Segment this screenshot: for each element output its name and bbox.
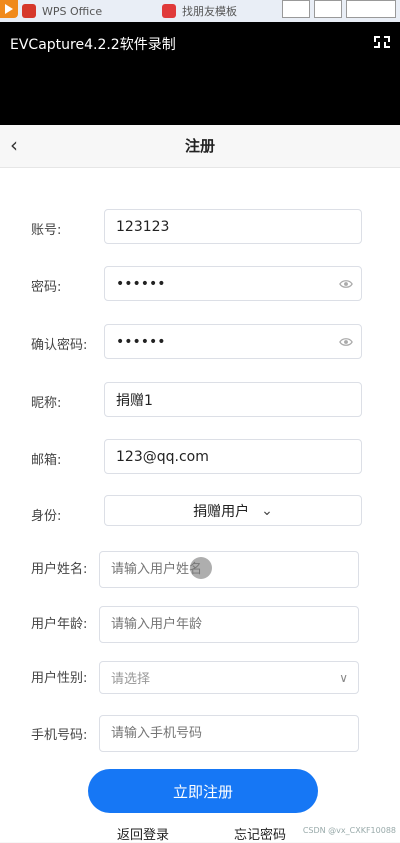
back-to-login-link[interactable]: 返回登录 [117,824,169,843]
email-label: 邮箱: [31,453,62,468]
taskbar-app-template[interactable]: 找朋友模板 [162,3,237,19]
user-gender-label: 用户性别: [31,671,88,686]
confirm-password-value: •••••• [116,333,166,350]
role-value: 捐赠用户 [193,503,250,520]
user-gender-select[interactable]: 请选择 ∨ [99,661,359,694]
recorder-bar: EVCapture4.2.2软件录制 [0,22,400,125]
page-title: 注册 [184,137,215,155]
nickname-input[interactable]: 捐赠1 [104,382,362,417]
taskbar-app-wps[interactable]: WPS Office [22,3,102,19]
app-logo-icon [0,0,18,18]
role-select[interactable]: 捐赠用户 ⌄ [104,495,362,526]
minimize-button[interactable] [282,0,310,18]
password-label: 密码: [31,280,62,295]
taskbar-app-label: 找朋友模板 [182,5,237,18]
phone-label: 手机号码: [31,728,88,743]
gender-placeholder: 请选择 [111,672,151,687]
forgot-password-link[interactable]: 忘记密码 [234,824,286,843]
fullscreen-toggle-icon[interactable] [374,34,390,50]
maximize-button[interactable] [314,0,342,18]
taskbar-app-label: WPS Office [42,4,103,18]
eye-icon[interactable] [339,335,353,349]
recorder-title: EVCapture4.2.2软件录制 [10,37,176,53]
os-taskbar: WPS Office 找朋友模板 [0,0,400,22]
chevron-down-icon: ⌄ [261,502,273,519]
chevron-down-icon: ∨ [339,670,348,685]
user-age-label: 用户年龄: [31,617,88,632]
phone-input[interactable] [99,715,359,752]
watermark: CSDN @vx_CXKF10088 [302,826,396,835]
cursor-indicator [190,557,212,579]
role-label: 身份: [31,509,62,524]
password-input[interactable]: •••••• [104,266,362,301]
confirm-password-label: 确认密码: [31,338,88,353]
user-age-input[interactable] [99,606,359,643]
close-button[interactable] [346,0,396,18]
user-name-input[interactable] [99,551,359,588]
app-header: ‹ 注册 [0,125,400,168]
wps-icon [22,4,36,18]
nickname-label: 昵称: [31,396,62,411]
password-value: •••••• [116,275,166,292]
acrobat-icon [162,4,176,18]
eye-icon[interactable] [339,277,353,291]
email-input[interactable]: 123@qq.com [104,439,362,474]
confirm-password-input[interactable]: •••••• [104,324,362,359]
account-input[interactable]: 123123 [104,209,362,244]
register-button[interactable]: 立即注册 [88,769,318,813]
account-label: 账号: [31,223,62,238]
user-name-label: 用户姓名: [31,562,88,577]
